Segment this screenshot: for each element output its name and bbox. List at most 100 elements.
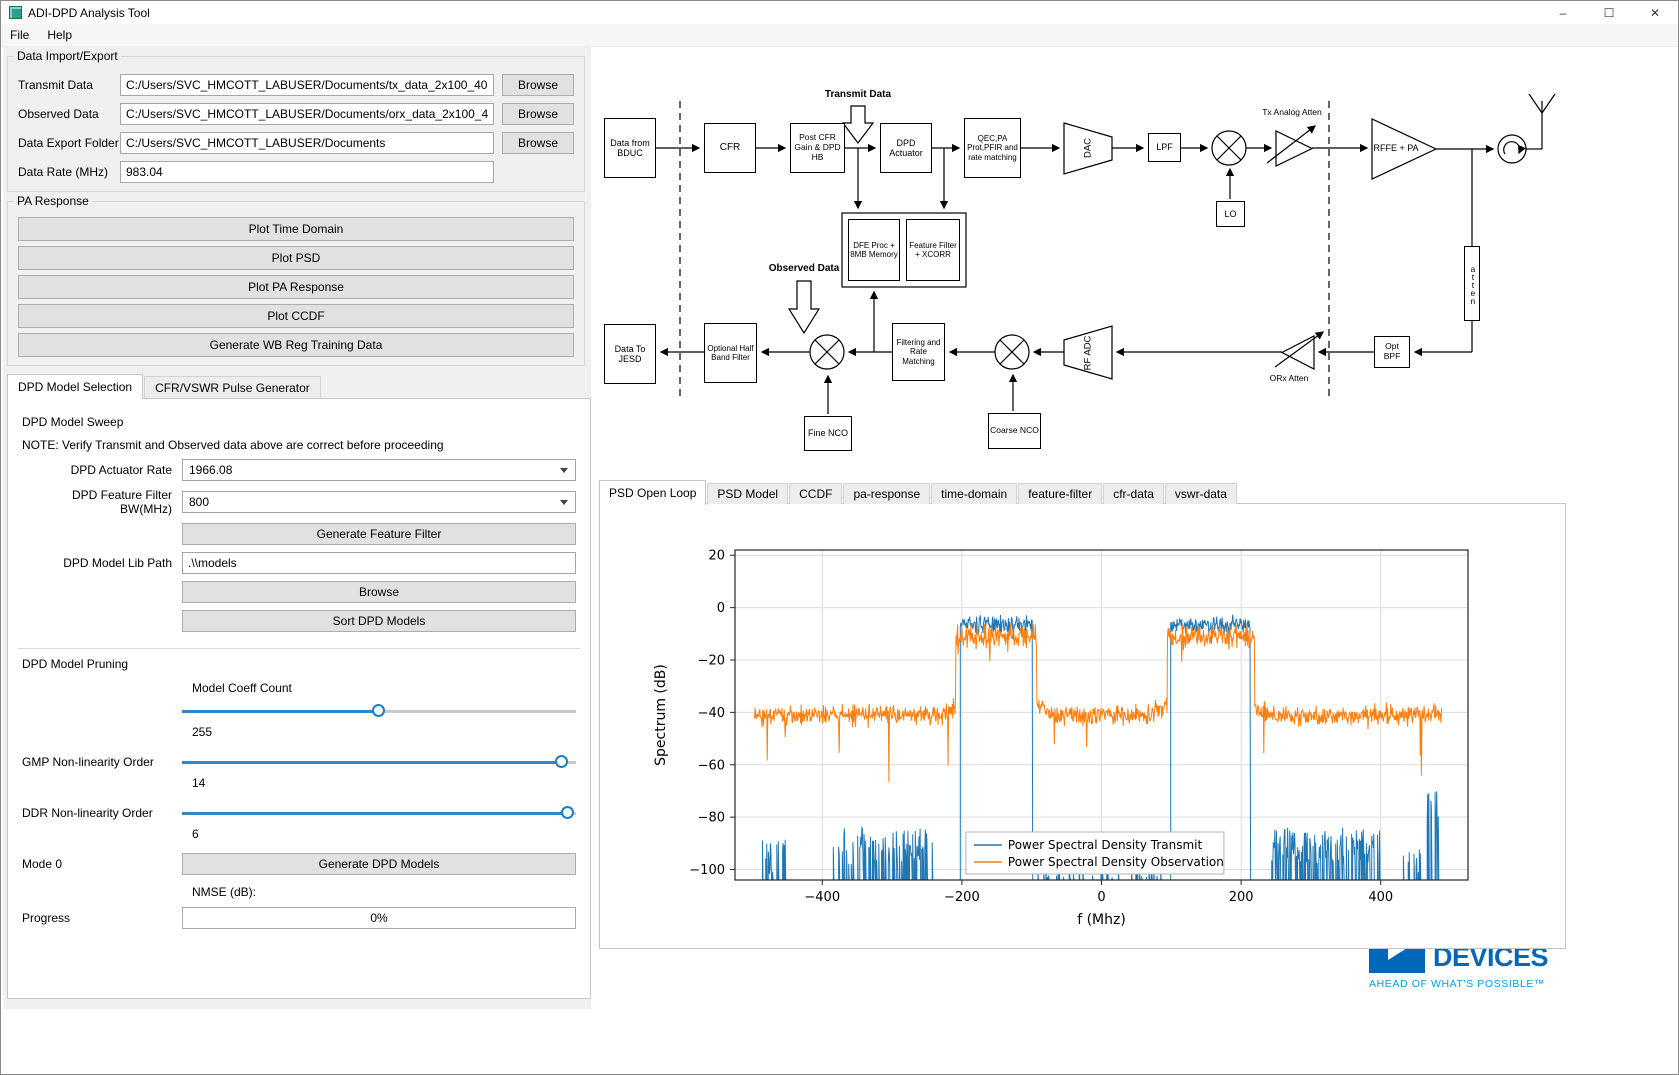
- separator: [18, 648, 580, 649]
- transmit-data-row: Transmit Data Browse: [18, 74, 574, 96]
- svg-text:−40: −40: [698, 706, 725, 721]
- data-rate-row: Data Rate (MHz): [18, 161, 574, 183]
- dpd-actuator-rate-select[interactable]: 1966.08: [182, 459, 576, 481]
- window-title: ADI-DPD Analysis Tool: [28, 5, 150, 20]
- menu-file[interactable]: File: [1, 24, 38, 46]
- left-tab-bar: DPD Model Selection CFR/VSWR Pulse Gener…: [7, 373, 591, 399]
- gmp-order-slider[interactable]: [182, 753, 576, 771]
- block-feature-filter: Feature Filter + XCORR: [906, 219, 960, 281]
- svg-text:Power Spectral Density Observa: Power Spectral Density Observation: [1008, 855, 1224, 869]
- diagram-connectors: DAC RF ADC: [656, 93, 1556, 414]
- gmp-order-value: 14: [192, 776, 206, 790]
- circulator-icon: [1497, 134, 1527, 164]
- group-label: Data Import/Export: [17, 49, 118, 63]
- dpd-feature-filter-bw-select[interactable]: 800: [182, 491, 576, 513]
- plot-tab-vswr-data[interactable]: vswr-data: [1164, 483, 1237, 504]
- export-folder-input[interactable]: [120, 132, 494, 154]
- tab-cfr-vswr-pulse-generator[interactable]: CFR/VSWR Pulse Generator: [144, 376, 321, 398]
- plot-tab-cfr-data[interactable]: cfr-data: [1103, 483, 1164, 504]
- observed-data-label: Observed Data: [768, 262, 840, 274]
- antenna-icon: [1528, 93, 1556, 128]
- svg-text:20: 20: [708, 549, 725, 564]
- export-folder-row: Data Export Folder Browse: [18, 132, 574, 154]
- generate-feature-filter-button[interactable]: Generate Feature Filter: [182, 523, 576, 545]
- svg-text:f (Mhz): f (Mhz): [1077, 912, 1126, 928]
- tx-analog-atten-icon: [1275, 130, 1314, 167]
- observed-data-label: Observed Data: [18, 107, 99, 121]
- data-rate-label: Data Rate (MHz): [18, 165, 109, 179]
- sort-dpd-models-button[interactable]: Sort DPD Models: [182, 610, 576, 632]
- menu-bar: File Help: [1, 24, 1678, 47]
- orx-atten-icon: [1280, 335, 1315, 370]
- transmit-data-arrow-icon: [841, 105, 875, 144]
- block-post-cfr: Post CFR Gain & DPD HB: [790, 123, 845, 173]
- generate-dpd-models-button[interactable]: Generate DPD Models: [182, 853, 576, 875]
- plot-tab-ccdf[interactable]: CCDF: [789, 483, 843, 504]
- transmit-data-input[interactable]: [120, 74, 494, 96]
- close-button[interactable]: ✕: [1632, 1, 1678, 24]
- svg-text:−200: −200: [944, 890, 980, 905]
- plot-tab-time-domain[interactable]: time-domain: [931, 483, 1018, 504]
- block-dpd-actuator: DPD Actuator: [880, 123, 932, 173]
- gmp-order-label: GMP Non-linearity Order: [22, 755, 154, 769]
- progress-label: Progress: [22, 911, 71, 925]
- svg-text:−100: −100: [689, 863, 725, 878]
- observed-data-input[interactable]: [120, 103, 494, 125]
- svg-text:400: 400: [1368, 890, 1393, 905]
- plot-pa-response-button[interactable]: Plot PA Response: [18, 275, 574, 299]
- plot-tab-bar: PSD Open Loop PSD Model CCDF pa-response tim…: [599, 479, 1238, 505]
- logo-tagline: AHEAD OF WHAT'S POSSIBLE™: [1369, 978, 1546, 990]
- plot-tab-pa-response[interactable]: pa-response: [843, 483, 931, 504]
- plot-time-domain-button[interactable]: Plot Time Domain: [18, 217, 574, 241]
- slider-fill: [182, 710, 379, 713]
- dpd-actuator-rate-label: DPD Actuator Rate: [70, 463, 172, 477]
- slider-handle[interactable]: [372, 704, 385, 717]
- title-bar: ADI-DPD Analysis Tool – ☐ ✕: [1, 1, 1678, 24]
- dpd-model-selection-pane: DPD Model Sweep NOTE: Verify Transmit an…: [7, 398, 591, 999]
- maximize-button[interactable]: ☐: [1586, 1, 1632, 24]
- dpd-model-lib-path-input[interactable]: [182, 552, 576, 574]
- plot-tab-psd-open-loop[interactable]: PSD Open Loop: [599, 480, 707, 505]
- tab-dpd-model-selection[interactable]: DPD Model Selection: [7, 374, 144, 399]
- dpd-model-lib-path-label: DPD Model Lib Path: [63, 556, 172, 570]
- ddr-order-label: DDR Non-linearity Order: [22, 806, 153, 820]
- block-qec: QEC,PA Prot,PFIR and rate matching: [964, 118, 1021, 178]
- rf-adc-label: RF ADC: [1083, 335, 1094, 370]
- ddr-order-slider[interactable]: [182, 804, 576, 822]
- block-lpf: LPF: [1148, 133, 1181, 162]
- svg-text:−80: −80: [698, 811, 725, 826]
- lib-path-browse-button[interactable]: Browse: [182, 581, 576, 603]
- export-browse-button[interactable]: Browse: [502, 132, 574, 154]
- plot-psd-button[interactable]: Plot PSD: [18, 246, 574, 270]
- control-panel: Data Import/Export Transmit Data Browse …: [3, 47, 591, 1009]
- plot-tab-feature-filter[interactable]: feature-filter: [1018, 483, 1103, 504]
- app-icon: [9, 6, 22, 19]
- svg-text:−60: −60: [698, 758, 725, 773]
- slider-fill: [182, 812, 569, 815]
- block-fine-nco: Fine NCO: [804, 416, 852, 451]
- observed-browse-button[interactable]: Browse: [502, 103, 574, 125]
- menu-help[interactable]: Help: [38, 24, 81, 46]
- transmit-browse-button[interactable]: Browse: [502, 74, 574, 96]
- transmit-data-label: Transmit Data: [824, 88, 892, 100]
- signal-chain-diagram: DAC RF ADC Data from BDUC CFR Post CFR G…: [599, 49, 1564, 481]
- observed-data-arrow-icon: [787, 280, 821, 335]
- model-coeff-count-slider[interactable]: [182, 702, 576, 720]
- slider-handle[interactable]: [555, 755, 569, 768]
- minimize-button[interactable]: –: [1540, 1, 1586, 24]
- progress-value: 0%: [370, 911, 388, 925]
- svg-text:200: 200: [1229, 890, 1254, 905]
- block-filtering-rate-matching: Filtering and Rate Matching: [892, 323, 945, 381]
- orx-atten-label: ORx Atten: [1269, 373, 1309, 384]
- tx-analog-atten-label: Tx Analog Atten: [1262, 107, 1322, 118]
- block-lo: LO: [1216, 201, 1245, 227]
- psd-open-loop-pane: −400 −200 0 200 400 20 0 −20 −40 −60 −80 −100 f (Mhz…: [599, 503, 1566, 949]
- block-half-band-filter: Optional Half Band Filter: [704, 323, 757, 383]
- plot-tab-psd-model[interactable]: PSD Model: [707, 483, 789, 504]
- generate-wb-reg-training-data-button[interactable]: Generate WB Reg Training Data: [18, 333, 574, 357]
- plot-ccdf-button[interactable]: Plot CCDF: [18, 304, 574, 328]
- data-rate-input[interactable]: [120, 161, 494, 183]
- rffe-pa-label: RFFE + PA: [1373, 143, 1419, 154]
- slider-handle[interactable]: [561, 806, 575, 819]
- psd-plot: −400 −200 0 200 400200−20−40−60−80−100f (Mhz…: [653, 549, 1469, 928]
